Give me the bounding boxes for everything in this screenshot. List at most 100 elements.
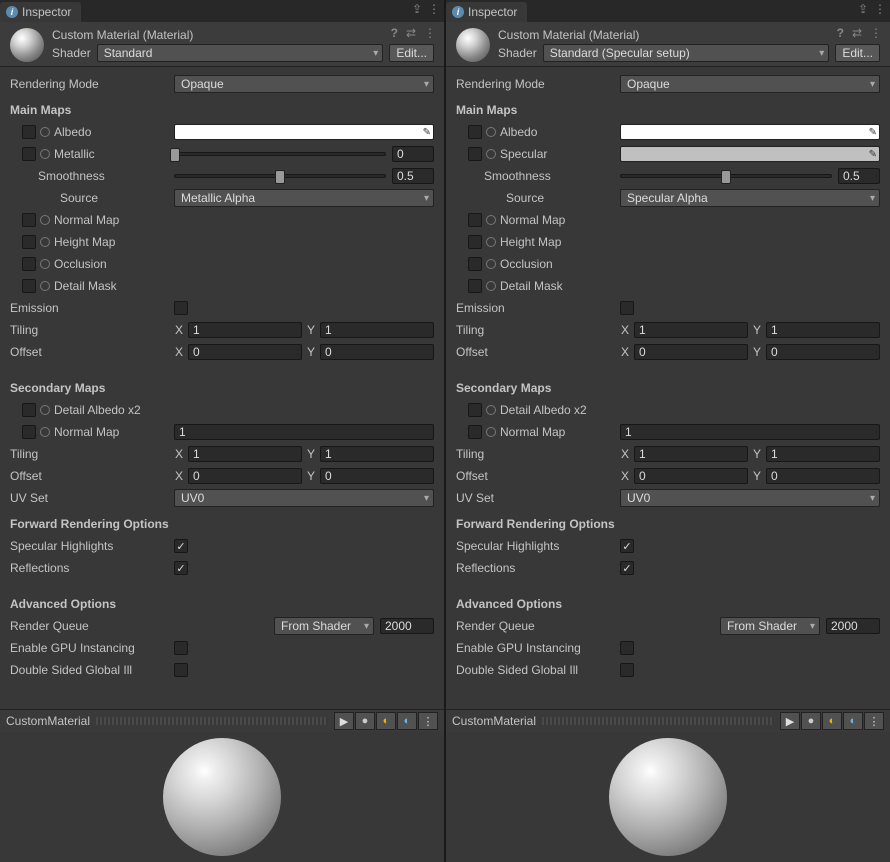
source-dropdown[interactable]: Specular Alpha: [620, 189, 880, 207]
color-picker-icon[interactable]: ✎: [423, 127, 431, 138]
normal-map-radio-icon[interactable]: [486, 215, 496, 225]
detail-mask-texture-slot[interactable]: [22, 279, 36, 293]
help-icon[interactable]: ?: [837, 26, 844, 40]
detail-mask-radio-icon[interactable]: [40, 281, 50, 291]
color-picker-icon[interactable]: ✎: [869, 149, 877, 160]
normal-map-texture-slot[interactable]: [22, 213, 36, 227]
occlusion-radio-icon[interactable]: [486, 259, 496, 269]
tiling-y[interactable]: 1: [766, 322, 880, 338]
emission-checkbox[interactable]: [174, 301, 188, 315]
height-map-radio-icon[interactable]: [486, 237, 496, 247]
preset-icon[interactable]: ⇄: [852, 26, 862, 40]
preset-icon[interactable]: ⇄: [406, 26, 416, 40]
preview-menu-icon[interactable]: [864, 712, 884, 730]
detail-albedo-radio-icon[interactable]: [40, 405, 50, 415]
metal-spec-texture-slot[interactable]: [22, 147, 36, 161]
double-sided-gi-checkbox[interactable]: [174, 663, 188, 677]
metal-spec-radio-icon[interactable]: [40, 149, 50, 159]
reflections-checkbox[interactable]: [620, 561, 634, 575]
gpu-instancing-checkbox[interactable]: [174, 641, 188, 655]
tiling2-y[interactable]: 1: [766, 446, 880, 462]
albedo-texture-slot[interactable]: [22, 125, 36, 139]
occlusion-texture-slot[interactable]: [468, 257, 482, 271]
occlusion-radio-icon[interactable]: [40, 259, 50, 269]
gpu-instancing-checkbox[interactable]: [620, 641, 634, 655]
material-preview[interactable]: [0, 732, 444, 862]
shader-dropdown[interactable]: Standard (Specular setup): [543, 44, 830, 62]
sphere-icon[interactable]: [801, 712, 821, 730]
tiling-x[interactable]: 1: [634, 322, 748, 338]
menu-icon[interactable]: ⋮: [428, 2, 440, 16]
metallic-value[interactable]: 0: [392, 146, 434, 162]
secondary-normal-map-radio-icon[interactable]: [40, 427, 50, 437]
offset-x[interactable]: 0: [188, 344, 302, 360]
height-map-texture-slot[interactable]: [22, 235, 36, 249]
albedo-radio-icon[interactable]: [486, 127, 496, 137]
light-icon[interactable]: [376, 712, 396, 730]
tiling2-x[interactable]: 1: [634, 446, 748, 462]
albedo-color[interactable]: ✎: [174, 124, 434, 140]
tiling-x[interactable]: 1: [188, 322, 302, 338]
reflections-checkbox[interactable]: [174, 561, 188, 575]
context-menu-icon[interactable]: ⋮: [424, 26, 436, 40]
tiling2-x[interactable]: 1: [188, 446, 302, 462]
reflection-icon[interactable]: [843, 712, 863, 730]
material-preview[interactable]: [446, 732, 890, 862]
specular-highlights-checkbox[interactable]: [174, 539, 188, 553]
specular-highlights-checkbox[interactable]: [620, 539, 634, 553]
metal-spec-radio-icon[interactable]: [486, 149, 496, 159]
uv-set-dropdown[interactable]: UV0: [174, 489, 434, 507]
height-map-radio-icon[interactable]: [40, 237, 50, 247]
play-icon[interactable]: [334, 712, 354, 730]
metal-spec-texture-slot[interactable]: [468, 147, 482, 161]
render-queue-value[interactable]: 2000: [826, 618, 880, 634]
rendering-mode-dropdown[interactable]: Opaque: [620, 75, 880, 93]
metallic-slider[interactable]: [174, 152, 386, 156]
preview-menu-icon[interactable]: [418, 712, 438, 730]
source-dropdown[interactable]: Metallic Alpha: [174, 189, 434, 207]
slider-thumb[interactable]: [275, 170, 285, 184]
secondary-normal-map-value[interactable]: 1: [174, 424, 434, 440]
slider-thumb[interactable]: [170, 148, 180, 162]
secondary-normal-map-texture-slot[interactable]: [22, 425, 36, 439]
shader-dropdown[interactable]: Standard: [97, 44, 384, 62]
albedo-color[interactable]: ✎: [620, 124, 880, 140]
occlusion-texture-slot[interactable]: [22, 257, 36, 271]
detail-albedo-texture-slot[interactable]: [468, 403, 482, 417]
context-menu-icon[interactable]: ⋮: [870, 26, 882, 40]
secondary-normal-map-radio-icon[interactable]: [486, 427, 496, 437]
preview-drag-handle[interactable]: [542, 717, 774, 725]
offset-x[interactable]: 0: [634, 344, 748, 360]
emission-checkbox[interactable]: [620, 301, 634, 315]
rendering-mode-dropdown[interactable]: Opaque: [174, 75, 434, 93]
tiling-y[interactable]: 1: [320, 322, 434, 338]
offset-y[interactable]: 0: [320, 344, 434, 360]
normal-map-radio-icon[interactable]: [40, 215, 50, 225]
double-sided-gi-checkbox[interactable]: [620, 663, 634, 677]
offset-y[interactable]: 0: [766, 344, 880, 360]
secondary-normal-map-value[interactable]: 1: [620, 424, 880, 440]
edit-button[interactable]: Edit...: [835, 44, 880, 62]
smoothness-value[interactable]: 0.5: [838, 168, 880, 184]
light-icon[interactable]: [822, 712, 842, 730]
albedo-radio-icon[interactable]: [40, 127, 50, 137]
detail-albedo-texture-slot[interactable]: [22, 403, 36, 417]
tiling2-y[interactable]: 1: [320, 446, 434, 462]
render-queue-value[interactable]: 2000: [380, 618, 434, 634]
detail-mask-texture-slot[interactable]: [468, 279, 482, 293]
height-map-texture-slot[interactable]: [468, 235, 482, 249]
uv-set-dropdown[interactable]: UV0: [620, 489, 880, 507]
preview-drag-handle[interactable]: [96, 717, 328, 725]
detail-mask-radio-icon[interactable]: [486, 281, 496, 291]
help-icon[interactable]: ?: [391, 26, 398, 40]
color-picker-icon[interactable]: ✎: [869, 127, 877, 138]
detail-albedo-radio-icon[interactable]: [486, 405, 496, 415]
tab-inspector[interactable]: iInspector: [446, 2, 527, 22]
render-queue-dropdown[interactable]: From Shader: [720, 617, 820, 635]
lock-icon[interactable]: ⇪: [412, 2, 422, 16]
offset2-x[interactable]: 0: [188, 468, 302, 484]
albedo-texture-slot[interactable]: [468, 125, 482, 139]
smoothness-slider[interactable]: [620, 174, 832, 178]
render-queue-dropdown[interactable]: From Shader: [274, 617, 374, 635]
edit-button[interactable]: Edit...: [389, 44, 434, 62]
